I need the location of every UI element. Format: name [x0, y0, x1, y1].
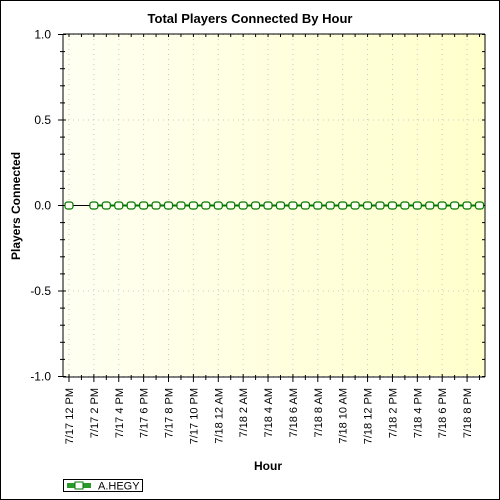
data-point — [201, 201, 211, 210]
data-point — [474, 201, 485, 210]
data-point — [238, 201, 248, 210]
data-point — [425, 201, 435, 210]
x-axis-title: Hour — [254, 459, 282, 473]
y-axis-title: Players Connected — [9, 152, 23, 260]
data-point — [188, 201, 198, 210]
x-tick-label: 7/18 10 AM — [338, 388, 350, 444]
y-tick-label: -0.5 — [30, 284, 51, 298]
chart-title: Total Players Connected By Hour — [148, 11, 353, 26]
data-point — [313, 201, 323, 210]
chart-frame: Total Players Connected By Hour 1.0 0.5 0.… — [0, 0, 500, 500]
data-point — [213, 201, 223, 210]
legend-label: A.HEGY — [98, 481, 140, 493]
data-point — [350, 201, 360, 210]
y-tick-label: 1.0 — [34, 28, 51, 42]
data-point — [251, 201, 261, 210]
x-tick-label: 7/18 6 AM — [288, 388, 300, 438]
x-tick-label: 7/17 8 PM — [164, 388, 176, 438]
data-point — [151, 201, 161, 210]
x-tick-label: 7/18 8 PM — [462, 388, 474, 438]
x-tick-label: 7/17 10 PM — [188, 388, 200, 444]
data-point — [89, 201, 99, 210]
x-tick-label: 7/18 4 PM — [412, 388, 424, 438]
data-point — [226, 201, 236, 210]
data-point — [163, 201, 174, 210]
x-tick-label: 7/17 12 PM — [64, 388, 76, 444]
x-tick-label: 7/18 4 AM — [263, 388, 275, 438]
x-tick-label: 7/17 6 PM — [139, 388, 151, 438]
line-chart: Total Players Connected By Hour 1.0 0.5 0.… — [9, 11, 486, 493]
data-point — [139, 201, 149, 210]
data-point — [450, 201, 460, 210]
legend: A.HEGY — [63, 479, 143, 493]
x-tick-label: 7/18 12 PM — [363, 388, 375, 444]
x-tick-label: 7/18 12 AM — [213, 388, 225, 444]
data-point — [275, 201, 286, 210]
data-point — [64, 201, 74, 210]
x-tick-label: 7/18 8 AM — [313, 388, 325, 438]
data-point — [462, 201, 472, 210]
legend-marker-icon — [74, 481, 84, 490]
data-point — [176, 201, 186, 210]
x-tick-label: 7/18 2 AM — [238, 388, 250, 438]
data-point — [300, 201, 310, 210]
data-point — [362, 201, 373, 210]
y-tick-label: 0.5 — [34, 113, 51, 127]
y-tick-label: 0.0 — [34, 199, 51, 213]
data-point — [387, 201, 398, 210]
x-tick-label: 7/17 2 PM — [89, 388, 101, 438]
data-point — [114, 201, 124, 210]
x-tick-label: 7/18 6 PM — [437, 388, 449, 438]
data-point — [412, 201, 422, 210]
data-point — [126, 201, 136, 210]
data-point — [101, 201, 111, 210]
data-point — [288, 201, 298, 210]
data-point — [400, 201, 410, 210]
data-point — [263, 201, 273, 210]
y-tick-label: -1.0 — [30, 370, 51, 384]
x-tick-label: 7/17 4 PM — [114, 388, 126, 438]
data-point — [437, 201, 447, 210]
data-point — [325, 201, 335, 210]
x-tick-label: 7/18 2 PM — [387, 388, 399, 438]
data-point — [375, 201, 385, 210]
data-point — [338, 201, 348, 210]
